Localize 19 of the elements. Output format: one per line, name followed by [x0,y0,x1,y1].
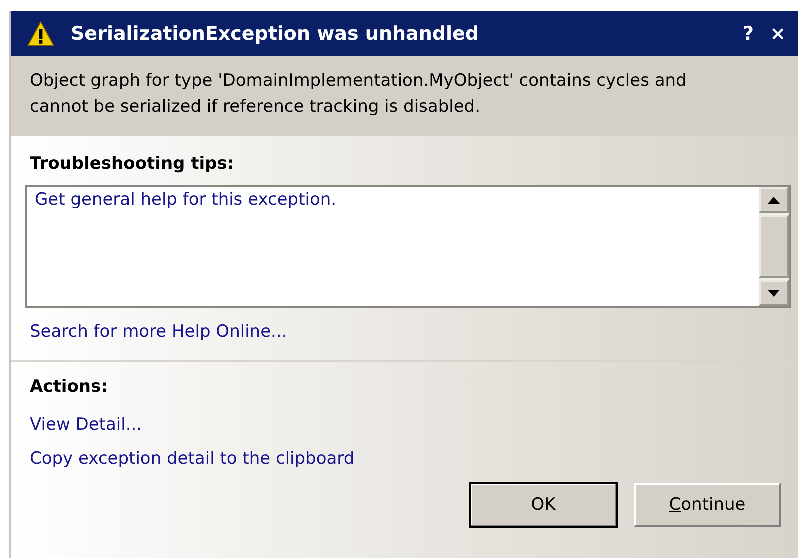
action-link[interactable]: Copy exception detail to the clipboard [30,449,355,469]
error-message: Object graph for type 'DomainImplementation.MyObject' contains cycles and cannot be serialized if reference tracking is disabled. [30,70,688,119]
help-button[interactable]: ? [739,22,758,44]
dialog-button[interactable]: OK [470,483,617,527]
down-arrow-icon [768,290,780,296]
warning-icon [27,20,55,46]
scroll-thumb[interactable] [759,215,789,278]
dialog-button[interactable]: Continue [634,483,781,527]
up-arrow-icon [768,196,780,204]
help-link[interactable]: Search for more Help Online... [30,322,288,342]
section-heading: Troubleshooting tips: [30,154,234,174]
action-link[interactable]: View Detail... [30,415,142,435]
scroll-up-button[interactable] [759,187,789,213]
section-heading: Actions: [30,377,108,397]
tip-link[interactable]: Get general help for this exception. [35,190,337,210]
window-title: SerializationException was unhandled [71,22,480,44]
close-button[interactable]: × [766,22,790,44]
scroll-down-button[interactable] [759,280,789,306]
scrollbar[interactable] [759,187,789,306]
